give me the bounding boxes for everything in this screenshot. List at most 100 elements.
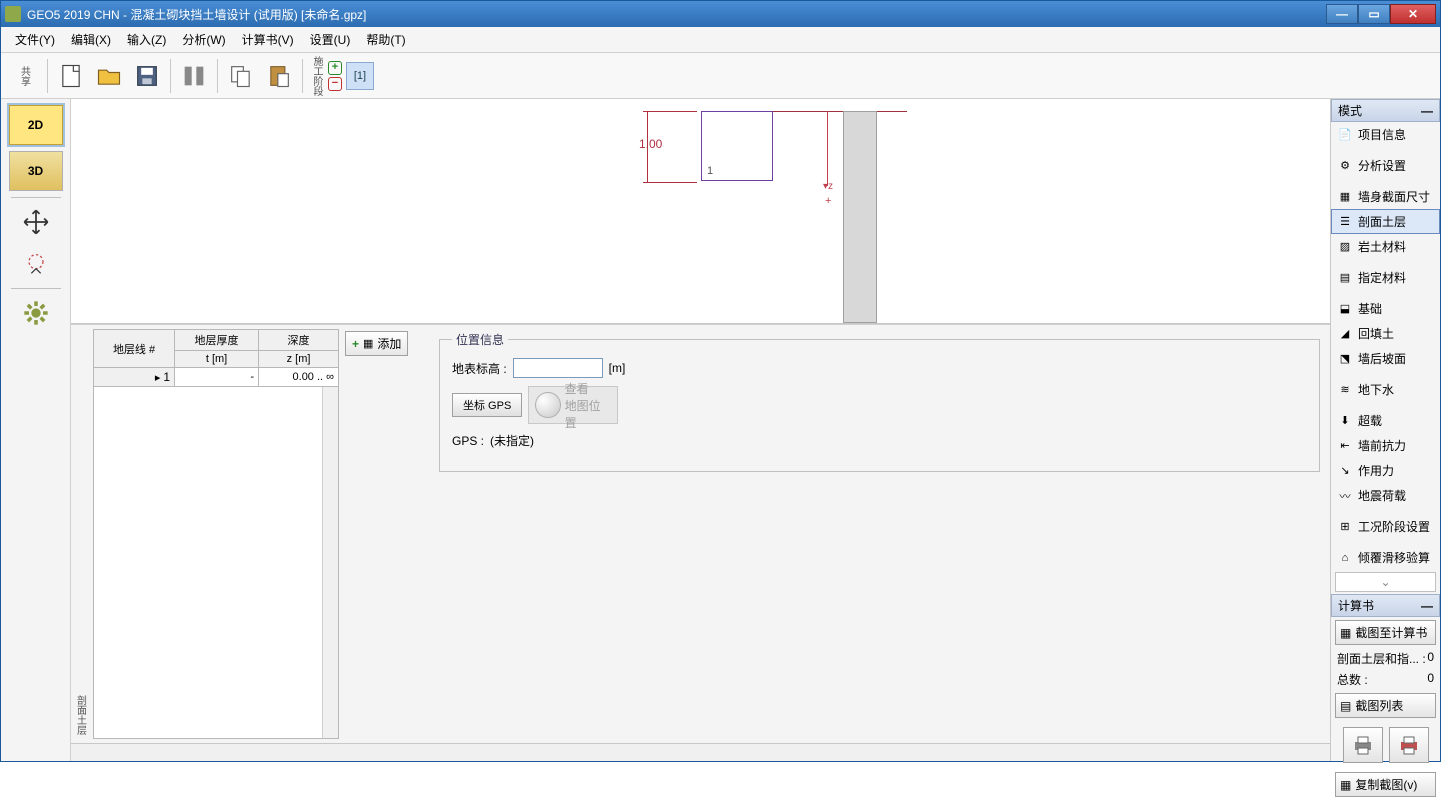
mode-label: 超载: [1358, 412, 1382, 429]
add-stage-button[interactable]: +: [328, 61, 342, 75]
mode-icon: ⬓: [1338, 302, 1352, 316]
toggle-tree-button[interactable]: 共享: [7, 58, 41, 94]
mode-item-6[interactable]: ⬓基础: [1331, 296, 1440, 321]
menu-outputs[interactable]: 计算书(V): [234, 27, 302, 52]
col-layer-num: 地层线 #: [94, 330, 175, 368]
modes-header[interactable]: 模式—: [1331, 99, 1440, 122]
elevation-input[interactable]: [513, 358, 603, 378]
add-row-button[interactable]: +▦ 添加: [345, 331, 408, 356]
title-bar: GEO5 2019 CHN - 混凝土砌块挡土墙设计 (试用版) [未命名.gp…: [1, 1, 1440, 27]
view-3d-button[interactable]: 3D: [9, 151, 63, 191]
stage-1-button[interactable]: [1]: [346, 62, 374, 90]
picture-list-button[interactable]: ▤截图列表: [1335, 693, 1436, 718]
mode-item-1[interactable]: ⚙分析设置: [1331, 153, 1440, 178]
mode-item-10[interactable]: ⬇ 超载: [1331, 408, 1440, 433]
total-count-label: 总数 :: [1337, 671, 1368, 688]
mode-label: 墙身截面尺寸: [1358, 188, 1430, 205]
panel-side-label: 剖面土层: [71, 325, 89, 743]
maximize-button[interactable]: ▭: [1358, 4, 1390, 24]
mode-item-4[interactable]: ▨岩土材料: [1331, 234, 1440, 259]
col-depth: 深度: [259, 330, 339, 351]
z-plus-icon: +: [825, 195, 831, 207]
col-thickness-unit: t [m]: [175, 351, 259, 368]
mode-item-11[interactable]: ⇤墙前抗力: [1331, 433, 1440, 458]
mode-icon: ⚙: [1338, 159, 1352, 173]
mode-item-3[interactable]: ☰剖面土层: [1331, 209, 1440, 234]
expand-icon[interactable]: ⌄: [1335, 572, 1436, 592]
print-color-button[interactable]: [1389, 727, 1429, 763]
app-icon: [5, 6, 21, 22]
elevation-unit: [m]: [609, 361, 626, 375]
paste-button[interactable]: [262, 58, 296, 94]
mode-icon: ⇤: [1338, 439, 1352, 453]
mode-label: 地下水: [1358, 381, 1394, 398]
profile-table[interactable]: 地层线 #地层厚度深度 t [m]z [m] ▸ 1-0.00 .. ∞: [93, 329, 339, 387]
drawing-canvas[interactable]: 1.00 1 ▾z +: [71, 99, 1330, 324]
mode-label: 指定材料: [1358, 269, 1406, 286]
new-file-button[interactable]: [54, 58, 88, 94]
copy-button[interactable]: [224, 58, 258, 94]
mode-item-7[interactable]: ◢回填土: [1331, 321, 1440, 346]
mode-label: 墙后坡面: [1358, 350, 1406, 367]
remove-stage-button[interactable]: −: [328, 77, 342, 91]
mode-item-12[interactable]: ↘作用力: [1331, 458, 1440, 483]
mode-label: 项目信息: [1358, 126, 1406, 143]
mode-label: 工况阶段设置: [1358, 518, 1430, 535]
pan-tool-button[interactable]: [16, 204, 56, 240]
mode-item-5[interactable]: ▤指定材料: [1331, 265, 1440, 290]
minimize-panel-icon[interactable]: —: [1421, 104, 1433, 118]
save-file-button[interactable]: [130, 58, 164, 94]
menu-help[interactable]: 帮助(T): [358, 27, 413, 52]
mode-item-0[interactable]: 📄项目信息: [1331, 122, 1440, 147]
close-button[interactable]: ✕: [1390, 4, 1436, 24]
table-row[interactable]: ▸ 1-0.00 .. ∞: [94, 368, 339, 387]
col-thickness: 地层厚度: [175, 330, 259, 351]
mode-item-2[interactable]: ▦ 墙身截面尺寸: [1331, 184, 1440, 209]
print-button[interactable]: [1343, 727, 1383, 763]
menu-analysis[interactable]: 分析(W): [174, 27, 233, 52]
add-picture-button[interactable]: ▦截图至计算书: [1335, 620, 1436, 645]
h-scrollbar[interactable]: [71, 743, 1330, 761]
rotate-tool-button[interactable]: [16, 246, 56, 282]
menu-file[interactable]: 文件(Y): [7, 27, 63, 52]
wall-column: [843, 111, 877, 323]
mode-label: 岩土材料: [1358, 238, 1406, 255]
menu-input[interactable]: 输入(Z): [119, 27, 174, 52]
open-file-button[interactable]: [92, 58, 126, 94]
mode-item-14[interactable]: ⊞工况阶段设置: [1331, 514, 1440, 539]
table-scrollbar[interactable]: [322, 387, 338, 738]
z-arrow-icon: ▾z: [823, 181, 833, 192]
settings-tool-button[interactable]: [16, 295, 56, 331]
mode-item-8[interactable]: ⬔ 墙后坡面: [1331, 346, 1440, 371]
gps-label: GPS :: [452, 434, 484, 448]
view-toolstrip: 2D 3D: [1, 99, 71, 761]
minimize-button[interactable]: —: [1326, 4, 1358, 24]
undo-button[interactable]: [177, 58, 211, 94]
table-body-area: [93, 387, 339, 739]
outputs-header[interactable]: 计算书—: [1331, 594, 1440, 617]
menu-bar: 文件(Y) 编辑(X) 输入(Z) 分析(W) 计算书(V) 设置(U) 帮助(…: [1, 27, 1440, 53]
mode-icon: ⬔: [1338, 352, 1352, 366]
view-2d-button[interactable]: 2D: [9, 105, 63, 145]
elevation-label: 地表标高 :: [452, 360, 507, 377]
profile-count-label: 剖面土层和指... :: [1337, 650, 1426, 667]
copy-icon: ▦: [1340, 778, 1351, 792]
mode-label: 地震荷载: [1358, 487, 1406, 504]
mode-item-15[interactable]: ⌂倾覆滑移验算: [1331, 545, 1440, 570]
mode-icon: ▦: [1338, 190, 1352, 204]
mode-item-9[interactable]: ≋ 地下水: [1331, 377, 1440, 402]
copy-picture-button[interactable]: ▦复制截图(v): [1335, 772, 1436, 797]
mode-item-13[interactable]: 〰地震荷载: [1331, 483, 1440, 508]
minimize-panel-icon[interactable]: —: [1421, 599, 1433, 613]
window-title: GEO5 2019 CHN - 混凝土砌块挡土墙设计 (试用版) [未命名.gp…: [27, 6, 1326, 23]
menu-edit[interactable]: 编辑(X): [63, 27, 119, 52]
mode-icon: ⬇: [1338, 414, 1352, 428]
right-panel: 模式— 📄项目信息 ⚙分析设置 ▦ 墙身截面尺寸 ☰剖面土层▨岩土材料 ▤指定材料 ⬓基础◢…: [1330, 99, 1440, 761]
mode-icon: ≋: [1338, 383, 1352, 397]
mode-icon: ⌂: [1338, 551, 1352, 565]
gps-value: (未指定): [490, 432, 534, 449]
menu-settings[interactable]: 设置(U): [302, 27, 359, 52]
picture-icon: ▦: [1340, 626, 1351, 640]
gps-button[interactable]: 坐标 GPS: [452, 393, 522, 417]
mode-icon: ↘: [1338, 464, 1352, 478]
